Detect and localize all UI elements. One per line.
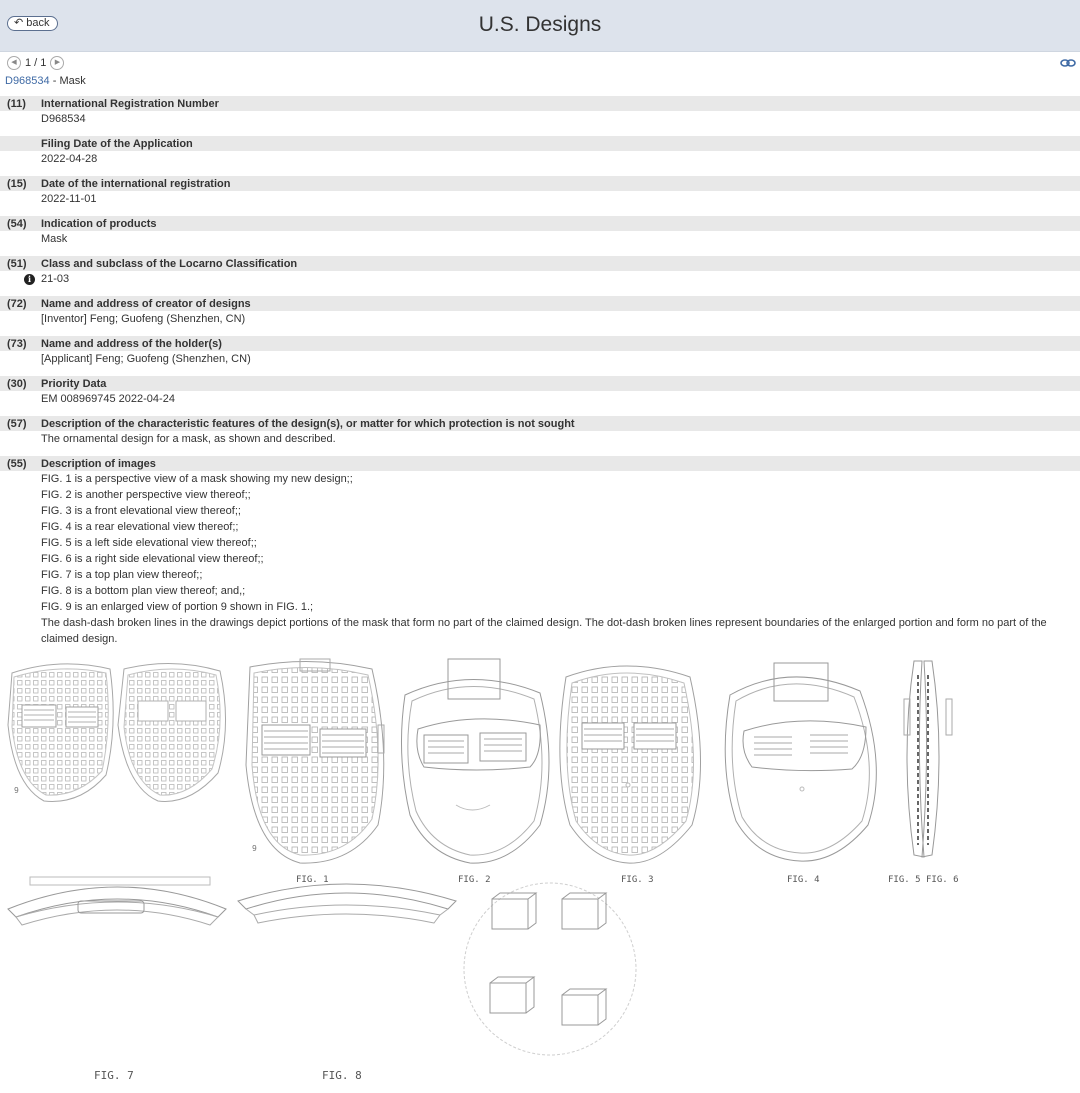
field-registration-number: (11) International Registration Number D9… (0, 96, 1080, 136)
document-separator: - (49, 75, 60, 87)
field-label: Filing Date of the Application (41, 137, 193, 150)
pager: ◀ 1 / 1 ▶ (7, 55, 65, 71)
field-code: (73) (7, 337, 27, 350)
drawing-fig-2 (400, 658, 550, 864)
figure-label: FIG. 4 (787, 875, 820, 885)
field-value: 2022-11-01 (41, 193, 97, 205)
field-label: Indication of products (41, 217, 157, 230)
field-code: (15) (7, 177, 27, 190)
image-description-line: FIG. 7 is a top plan view thereof;; (41, 569, 203, 581)
field-label: Class and subclass of the Locarno Classi… (41, 257, 298, 270)
info-icon[interactable]: i (24, 274, 35, 285)
top-header: ↶ back U.S. Designs (0, 0, 1080, 52)
field-code: (57) (7, 417, 27, 430)
image-description-line: FIG. 6 is a right side elevational view … (41, 553, 264, 565)
drawing-fig-pair-small (7, 663, 227, 802)
chevron-right-icon: ▶ (54, 59, 61, 66)
field-label: Description of the characteristic featur… (41, 417, 575, 430)
field-value: Mask (41, 233, 68, 245)
field-label: International Registration Number (41, 97, 219, 110)
page-title: U.S. Designs (478, 13, 602, 36)
images-description-text: FIG. 1 is a perspective view of a mask s… (0, 471, 1080, 647)
field-value: 2022-04-28 (41, 153, 98, 165)
field-registration-date: (15) Date of the international registrati… (0, 176, 1080, 216)
drawing-fig-7 (7, 876, 227, 926)
field-label: Description of images (41, 457, 156, 470)
field-priority-data: (30) Priority Data EM 008969745 2022-04-2… (0, 376, 1080, 416)
image-description-line: FIG. 2 is another perspective view there… (41, 489, 251, 501)
drawing-fig-8 (237, 883, 457, 924)
field-code: (30) (7, 377, 27, 390)
field-value: The ornamental design for a mask, as sho… (41, 433, 336, 445)
image-description-line: FIG. 1 is a perspective view of a mask s… (41, 473, 353, 485)
next-page-button[interactable]: ▶ (50, 56, 65, 70)
field-products: (54) Indication of products Mask (0, 216, 1080, 256)
field-value: EM 008969745 2022-04-24 (41, 393, 175, 405)
document-title: Mask (59, 75, 86, 87)
drawing-fig-5-6 (903, 660, 953, 858)
figure-label: FIG. 2 (458, 875, 491, 885)
figure-label: FIG. 3 (621, 875, 654, 885)
figure-label: FIG. 8 (322, 1069, 362, 1082)
document-number-link[interactable]: D968534 (5, 75, 50, 87)
field-description: (57) Description of the characteristic fe… (0, 416, 1080, 456)
image-description-line: FIG. 9 is an enlarged view of portion 9 … (41, 601, 314, 613)
reference-numeral: 9 (14, 786, 19, 795)
field-code: (55) (7, 457, 27, 470)
field-creator: (72) Name and address of creator of desig… (0, 296, 1080, 336)
document-line: D968534 - Mask (5, 73, 86, 89)
field-value: 21-03 (41, 273, 70, 285)
reference-numeral: 9 (252, 844, 257, 853)
drawing-fig-1 (245, 658, 385, 864)
figure-label: FIG. 5 (888, 875, 921, 885)
image-description-line: FIG. 4 is a rear elevational view thereo… (41, 521, 239, 533)
figure-label: FIG. 1 (296, 875, 329, 885)
bibliographic-fields: (11) International Registration Number D9… (0, 96, 1080, 647)
drawing-fig-3 (559, 665, 702, 864)
field-label: Date of the international registration (41, 177, 231, 190)
image-description-line: FIG. 5 is a left side elevational view t… (41, 537, 257, 549)
image-description-line: FIG. 8 is a bottom plan view thereof; an… (41, 585, 246, 597)
broken-lines-note: The dash-dash broken lines in the drawin… (41, 617, 1047, 645)
drawing-fig-9-enlarged (463, 882, 637, 1056)
field-value: [Applicant] Feng; Guofeng (Shenzhen, CN) (41, 353, 251, 365)
pager-text: 1 / 1 (25, 57, 47, 69)
link-icon[interactable] (1060, 57, 1076, 69)
chevron-left-icon: ◀ (11, 59, 17, 66)
field-images-description: (55) Description of images FIG. 1 is a pe… (0, 456, 1080, 647)
drawing-fig-4 (724, 662, 877, 862)
field-code: (51) (7, 257, 27, 270)
field-label: Name and address of the holder(s) (41, 337, 222, 350)
field-locarno-class: (51) Class and subclass of the Locarno Cl… (0, 256, 1080, 296)
field-label: Name and address of creator of designs (41, 297, 251, 310)
field-code: (72) (7, 297, 27, 310)
field-value: D968534 (41, 113, 86, 125)
field-label: Priority Data (41, 377, 107, 390)
field-filing-date: Filing Date of the Application 2022-04-2… (0, 136, 1080, 176)
prev-page-button[interactable]: ◀ (7, 56, 21, 70)
figure-label: FIG. 6 (926, 875, 959, 885)
design-drawings: 9 9 FIG. 1 FIG. 2 FIG. 3 FIG. 4 FIG. 5 F… (0, 655, 1080, 1088)
image-description-line: FIG. 3 is a front elevational view there… (41, 505, 241, 517)
field-code: (54) (7, 217, 27, 230)
field-holder: (73) Name and address of the holder(s) [A… (0, 336, 1080, 376)
field-value-row: i 21-03 (0, 271, 1080, 288)
figure-label: FIG. 7 (94, 1069, 134, 1082)
field-value: [Inventor] Feng; Guofeng (Shenzhen, CN) (41, 313, 246, 325)
field-code: (11) (7, 97, 26, 110)
